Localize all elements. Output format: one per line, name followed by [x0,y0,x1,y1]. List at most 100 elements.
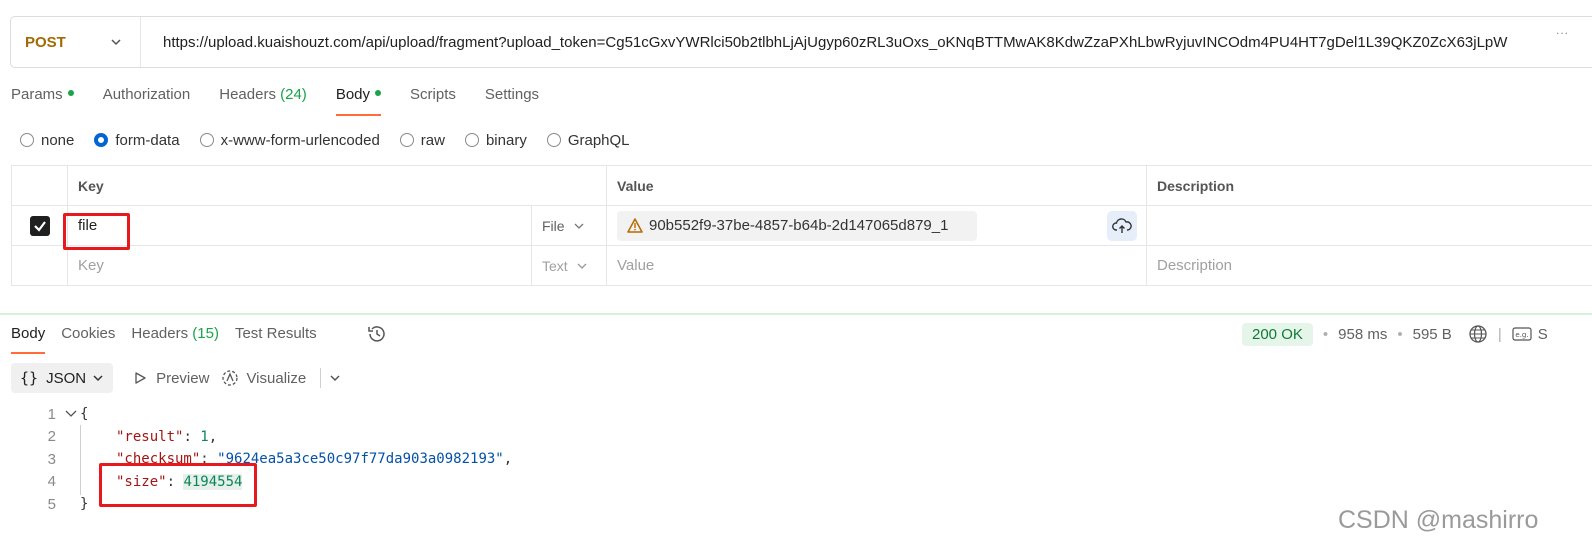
response-tab-cookies[interactable]: Cookies [61,322,115,354]
form-data-table: Key Value Description file File 90b552f9… [11,165,1592,286]
tab-settings-label: Settings [484,86,540,103]
visualize-icon [222,370,239,386]
radio-binary-circle[interactable] [464,133,479,147]
response-time[interactable]: 958 ms [1338,326,1387,343]
row-checkbox-cell [11,206,67,245]
radio-graphql-label: GraphQL [567,131,630,149]
status-badge[interactable]: 200 OK [1242,322,1313,346]
visualize-button[interactable]: Visualize [221,369,306,387]
visualize-label: Visualize [246,369,307,387]
header-value: Value [606,166,1146,205]
response-size[interactable]: 595 B [1413,326,1452,343]
fold-chevron-icon[interactable] [64,408,80,420]
preview-button[interactable]: Preview [133,370,209,387]
radio-urlencoded-label: x-www-form-urlencoded [220,131,380,149]
indent-guide [80,425,81,495]
check-icon [33,220,46,232]
row-type-select[interactable]: File [531,206,606,245]
empty-row-key-input[interactable]: Key [67,246,531,285]
chevron-down-icon [574,223,584,229]
chevron-down-icon [93,375,103,382]
method-select[interactable]: POST [11,17,141,67]
row-enabled-checkbox[interactable] [29,215,50,236]
radio-none-circle[interactable] [20,133,34,147]
radio-form-data-circle[interactable] [94,133,109,147]
method-label: POST [25,33,66,51]
file-chip[interactable]: 90b552f9-37be-4857-b64b-2d147065d879_1 [617,210,977,241]
tab-params[interactable]: Params [11,80,74,116]
json-value-result: 1 [200,428,209,445]
url-input[interactable]: https://upload.kuaishouzt.com/api/upload… [141,34,1531,51]
tab-scripts-label: Scripts [410,86,456,103]
request-tabs: Params Authorization Headers (24) Body S… [11,80,568,116]
table-header-row: Key Value Description [11,166,1592,206]
table-row: Key Text Value Description [11,246,1592,286]
format-label: JSON [46,369,87,387]
radio-urlencoded[interactable]: x-www-form-urlencoded [199,131,380,149]
response-headers-count: (15) [192,325,219,342]
empty-row-value-input[interactable]: Value [606,246,1146,285]
table-row: file File 90b552f9-37be-4857-b64b-2d1470… [11,206,1592,246]
body-type-radios: none form-data x-www-form-urlencoded raw… [20,130,650,150]
header-checkbox-cell [11,166,67,205]
response-status-bar: 200 OK • 958 ms • 595 B | e.g. S [1242,322,1548,346]
json-comma: , [208,428,218,445]
tab-headers[interactable]: Headers (24) [219,80,307,116]
response-tab-test-results[interactable]: Test Results [235,322,317,354]
history-icon[interactable] [366,323,388,345]
empty-row-description-input[interactable]: Description [1146,246,1592,285]
radio-graphql[interactable]: GraphQL [546,131,630,149]
empty-row-type-select[interactable]: Text [531,246,606,285]
tab-scripts[interactable]: Scripts [410,80,456,116]
status-separator: • [1397,325,1403,343]
params-indicator-dot [67,90,74,97]
header-key: Key [67,166,606,205]
format-select[interactable]: {} JSON [11,363,114,393]
json-open-brace: { [80,406,89,423]
url-overflow-indicator: ... [1555,23,1569,37]
tab-authorization[interactable]: Authorization [103,80,191,116]
radio-raw-circle[interactable] [399,133,414,147]
json-value-checksum: "9624ea5a3ce50c97f77da903a0982193" [217,451,504,468]
empty-row-type-label: Text [542,257,568,274]
radio-binary-label: binary [485,131,527,149]
row-description-input[interactable] [1146,206,1592,245]
radio-urlencoded-circle[interactable] [199,133,214,147]
braces-icon: {} [20,369,39,387]
save-response-label[interactable]: S [1538,326,1548,343]
panel-divider[interactable] [0,313,1592,315]
radio-form-data[interactable]: form-data [94,131,180,149]
svg-text:e.g.: e.g. [1515,331,1528,339]
chevron-down-icon[interactable] [329,372,341,384]
play-icon [135,372,146,384]
response-tabs: Body Cookies Headers (15) Test Results [11,322,333,354]
radio-none[interactable]: none [20,132,74,149]
chevron-down-icon [111,39,121,46]
tab-body[interactable]: Body [335,80,382,116]
row-key-input[interactable]: file [67,206,531,245]
cloud-upload-icon [1112,218,1132,233]
watermark: CSDN @mashirro [1338,506,1539,534]
tab-settings[interactable]: Settings [485,80,539,116]
response-tab-body[interactable]: Body [11,322,46,354]
radio-raw[interactable]: raw [399,132,445,149]
line-number: 5 [47,495,56,513]
radio-form-data-label: form-data [115,131,180,149]
response-tab-headers[interactable]: Headers (15) [131,322,219,354]
warning-icon [627,218,643,233]
radio-graphql-circle[interactable] [546,133,561,147]
upload-cloud-button[interactable] [1107,211,1137,241]
json-colon: : [183,428,201,445]
empty-row-checkbox-cell [11,246,67,285]
save-example-icon[interactable]: e.g. [1512,327,1532,341]
highlight-box-size [99,463,257,507]
file-name: 90b552f9-37be-4857-b64b-2d147065d879_1 [649,217,949,234]
radio-none-label: none [41,131,75,149]
json-comma: , [503,451,513,468]
request-url-bar: POST https://upload.kuaishouzt.com/api/u… [10,16,1592,68]
body-indicator-dot [375,90,382,97]
radio-binary[interactable]: binary [464,131,527,149]
tab-params-label: Params [11,86,63,103]
status-separator: • [1322,325,1329,343]
globe-icon[interactable] [1468,324,1488,344]
